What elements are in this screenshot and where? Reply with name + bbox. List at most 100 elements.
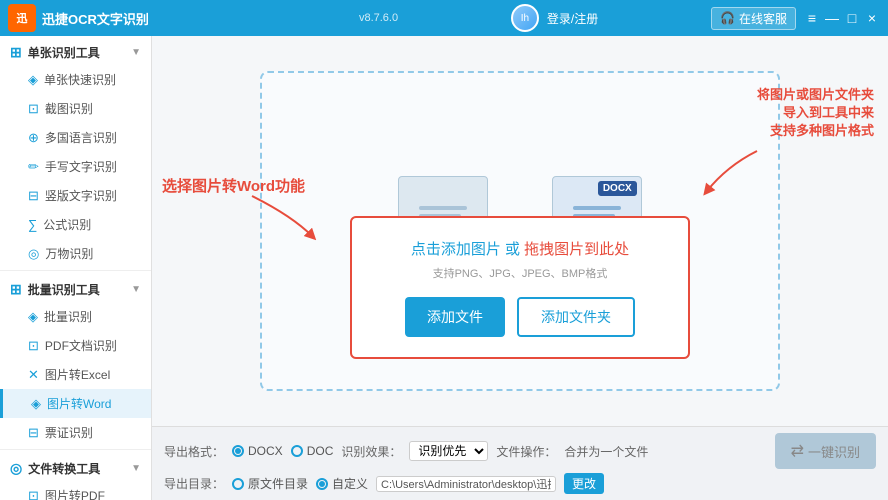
recog-icon: ⇄ (791, 441, 804, 461)
change-path-button[interactable]: 更改 (564, 473, 604, 494)
app-title: 迅捷OCR文字识别 (42, 9, 355, 28)
output-original-radio[interactable]: 原文件目录 (232, 475, 308, 492)
sidebar-item-img2excel[interactable]: ✕ 图片转Excel (0, 360, 151, 389)
sidebar-item-object-label: 万物识别 (45, 245, 93, 262)
sidebar-item-pdf-recog[interactable]: ⊡ PDF文档识别 (0, 331, 151, 360)
sidebar-item-img2excel-label: 图片转Excel (45, 366, 110, 383)
online-service-label: 在线客服 (739, 10, 787, 27)
output-path-input[interactable] (376, 476, 556, 492)
minimize-button[interactable]: — (824, 10, 840, 26)
pdf-recog-icon: ⊡ (28, 338, 39, 354)
login-button[interactable]: 登录/注册 (547, 10, 598, 27)
upload-title-prefix: 点击添加图片 (411, 241, 501, 258)
export-label: 导出格式： (164, 443, 224, 460)
main-layout: ⊞ 单张识别工具 ▼ ◈ 单张快速识别 ⊡ 截图识别 ⊕ 多国语言识别 ✏ 手写… (0, 36, 888, 500)
annotation-right-line3: 支持多种图片格式 (757, 122, 874, 140)
sidebar-item-img2word[interactable]: ◈ 图片转Word (0, 389, 151, 418)
img2pdf-icon: ⊡ (28, 488, 39, 500)
img2excel-icon: ✕ (28, 367, 39, 383)
right-arrow-svg (697, 146, 767, 196)
radio-dot-original (232, 478, 244, 490)
img2word-icon: ◈ (31, 396, 41, 412)
sidebar-item-img2pdf[interactable]: ⊡ 图片转PDF (0, 481, 151, 500)
left-arrow-svg (242, 186, 322, 246)
sidebar-item-sealtext[interactable]: ⊟ 竖版文字识别 (0, 181, 151, 210)
close-button[interactable]: × (864, 10, 880, 26)
sidebar-item-multilang[interactable]: ⊕ 多国语言识别 (0, 123, 151, 152)
sidebar-item-formula[interactable]: ∑ 公式识别 (0, 210, 151, 239)
output-option1-label: 原文件目录 (248, 475, 308, 492)
file-op-value: 合并为一个文件 (564, 443, 648, 460)
content-main: ➜ DOCX 点击添加图片 或 拖拽 (152, 36, 888, 426)
multilang-icon: ⊕ (28, 130, 39, 146)
formula-icon: ∑ (28, 217, 37, 232)
sidebar-item-batch-recog[interactable]: ◈ 批量识别 (0, 302, 151, 331)
divider-1 (0, 270, 151, 271)
sidebar-item-crop-label: 截图识别 (45, 100, 93, 117)
output-custom-radio[interactable]: 自定义 (316, 475, 368, 492)
docx-badge: DOCX (598, 181, 637, 196)
upload-buttons: 添加文件 添加文件夹 (382, 297, 658, 337)
sidebar-item-handwrite[interactable]: ✏ 手写文字识别 (0, 152, 151, 181)
grid-icon: ⊞ (10, 44, 22, 61)
format-doc-label: DOC (307, 444, 334, 458)
sidebar-group-batch[interactable]: ⊞ 批量识别工具 ▼ (0, 273, 151, 302)
chevron-down-icon: ▼ (131, 47, 141, 58)
recognize-button[interactable]: ⇄ 一键识别 (775, 433, 876, 469)
bottombar: 导出格式： DOCX DOC 识别效果： 识别优先 文件操作： 合并为一个文件 … (152, 426, 888, 500)
app-logo: 迅 (8, 4, 36, 32)
radio-dot-doc (291, 445, 303, 457)
app-version: v8.7.6.0 (359, 12, 398, 24)
sidebar-item-quick-label: 单张快速识别 (44, 71, 116, 88)
sidebar-item-batch-recog-label: 批量识别 (44, 308, 92, 325)
sidebar-group-single[interactable]: ⊞ 单张识别工具 ▼ (0, 36, 151, 65)
sidebar-group-fileconvert[interactable]: ◎ 文件转换工具 ▼ (0, 452, 151, 481)
sidebar-item-crop[interactable]: ⊡ 截图识别 (0, 94, 151, 123)
add-file-button[interactable]: 添加文件 (405, 297, 505, 337)
crop-icon: ⊡ (28, 101, 39, 117)
online-service-button[interactable]: 🎧 在线客服 (711, 7, 796, 30)
sidebar-group-single-label: 单张识别工具 (28, 44, 100, 61)
format-doc-radio[interactable]: DOC (291, 444, 334, 458)
sidebar-item-object[interactable]: ◎ 万物识别 (0, 239, 151, 268)
sidebar-item-sealtext-label: 竖版文字识别 (45, 187, 117, 204)
output-label: 导出目录： (164, 475, 224, 492)
quick-icon: ◈ (28, 72, 38, 88)
window-controls: ≡ — □ × (804, 10, 880, 26)
radio-dot-docx (232, 445, 244, 457)
batch-grid-icon: ⊞ (10, 281, 22, 298)
upload-dialog-subtitle: 支持PNG、JPG、JPEG、BMP格式 (382, 265, 658, 281)
sidebar-item-cert[interactable]: ⊟ 票证识别 (0, 418, 151, 447)
fileconvert-chevron-icon: ▼ (131, 463, 141, 474)
upload-dialog: 点击添加图片 或 拖拽图片到此处 支持PNG、JPG、JPEG、BMP格式 添加… (350, 216, 690, 359)
avatar: Ih (511, 4, 539, 32)
upload-dialog-title: 点击添加图片 或 拖拽图片到此处 (382, 238, 658, 259)
sidebar-item-quick[interactable]: ◈ 单张快速识别 (0, 65, 151, 94)
sidebar-group-fileconvert-label: 文件转换工具 (28, 460, 100, 477)
sidebar: ⊞ 单张识别工具 ▼ ◈ 单张快速识别 ⊡ 截图识别 ⊕ 多国语言识别 ✏ 手写… (0, 36, 152, 500)
cert-icon: ⊟ (28, 425, 39, 441)
batch-chevron-icon: ▼ (131, 284, 141, 295)
quality-select[interactable]: 识别优先 (409, 441, 488, 461)
sealtext-icon: ⊟ (28, 188, 39, 204)
maximize-button[interactable]: □ (844, 10, 860, 26)
sidebar-item-formula-label: 公式识别 (43, 216, 91, 233)
sidebar-item-handwrite-label: 手写文字识别 (45, 158, 117, 175)
drop-zone[interactable]: ➜ DOCX 点击添加图片 或 拖拽 (260, 71, 780, 391)
content-area: ➜ DOCX 点击添加图片 或 拖拽 (152, 36, 888, 500)
upload-title-suffix: 拖拽图片到此处 (524, 241, 629, 258)
annotation-right: 将图片或图片文件夹 导入到工具中来 支持多种图片格式 (757, 86, 874, 141)
divider-2 (0, 449, 151, 450)
recog-label: 一键识别 (808, 442, 860, 461)
format-docx-radio[interactable]: DOCX (232, 444, 283, 458)
annotation-left: 选择图片转Word功能 (162, 176, 305, 197)
img-line-1 (419, 206, 467, 210)
file-op-label: 文件操作： (496, 443, 556, 460)
sidebar-item-img2word-label: 图片转Word (47, 395, 111, 412)
menu-icon[interactable]: ≡ (804, 10, 820, 26)
batch-recog-icon: ◈ (28, 309, 38, 325)
sidebar-item-pdf-recog-label: PDF文档识别 (45, 337, 117, 354)
bottombar-row-2: 导出目录： 原文件目录 自定义 更改 (164, 471, 876, 496)
bottombar-row-1: 导出格式： DOCX DOC 识别效果： 识别优先 文件操作： 合并为一个文件 … (164, 431, 876, 471)
add-folder-button[interactable]: 添加文件夹 (517, 297, 635, 337)
